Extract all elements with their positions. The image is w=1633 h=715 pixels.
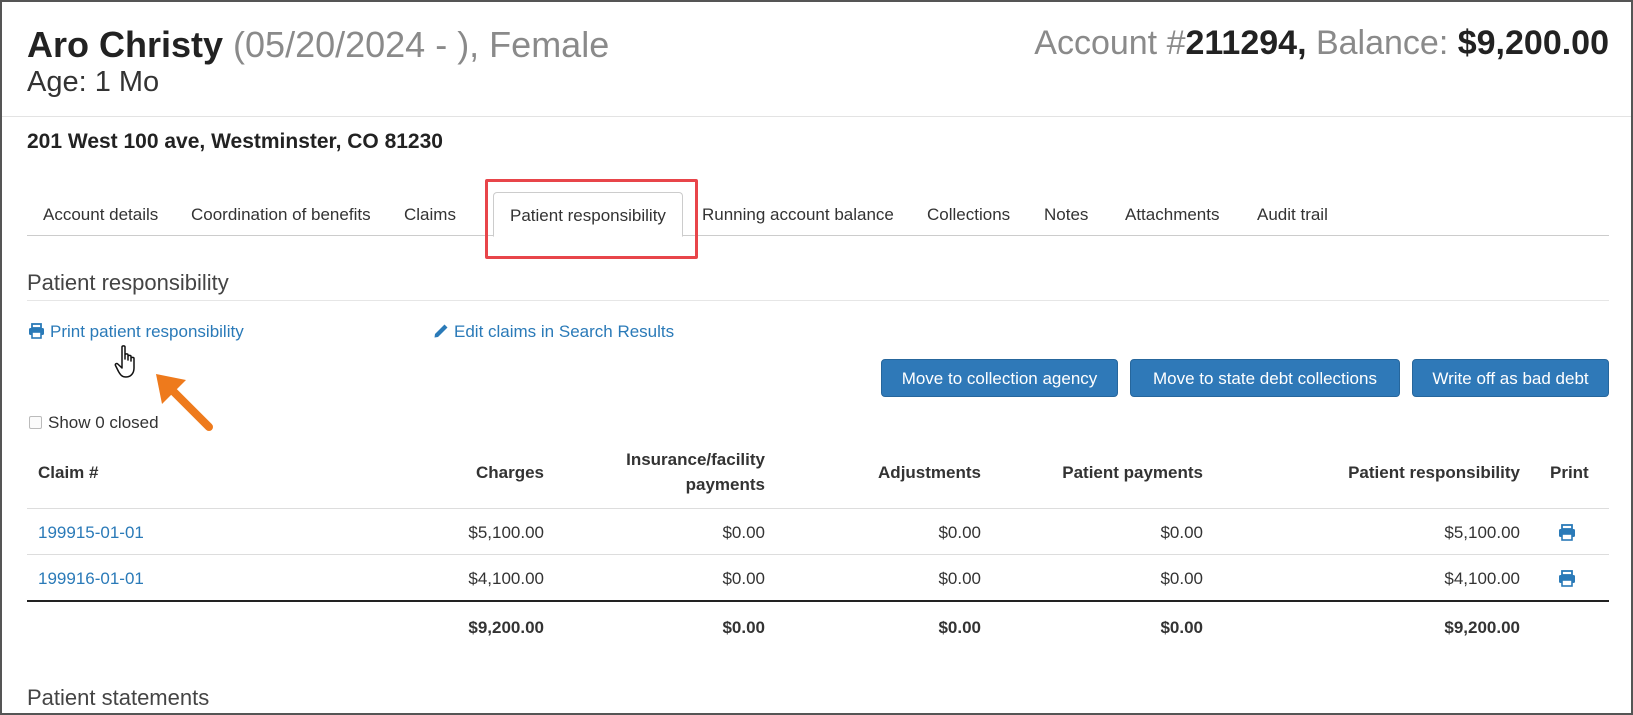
annotation-arrow-icon [156, 374, 213, 431]
column-header-adjustments: Adjustments [878, 463, 981, 482]
section-divider [27, 300, 1609, 301]
column-header-insurance-line2: payments [685, 475, 765, 494]
patient-statements-title: Patient statements [27, 685, 210, 710]
totals-divider [27, 600, 1609, 602]
tab-attachments[interactable]: Attachments [1109, 192, 1236, 236]
header-divider [2, 116, 1631, 117]
total-patient-payments: $0.00 [1160, 618, 1203, 637]
section-title: Patient responsibility [27, 270, 229, 295]
column-header-patient-responsibility: Patient responsibility [1348, 463, 1520, 482]
patient-name: Aro Christy [27, 24, 224, 65]
tab-account-details[interactable]: Account details [27, 192, 174, 236]
row-divider [27, 554, 1609, 555]
charges-cell: $4,100.00 [468, 569, 544, 588]
write-off-bad-debt-button[interactable]: Write off as bad debt [1412, 359, 1609, 397]
total-patient-responsibility: $9,200.00 [1444, 618, 1520, 637]
patient-dob-sex: (05/20/2024 - ), Female [223, 24, 610, 65]
patient-responsibility-cell: $4,100.00 [1444, 569, 1520, 588]
pencil-icon [434, 324, 448, 338]
insurance-cell: $0.00 [722, 569, 765, 588]
move-to-collection-agency-button[interactable]: Move to collection agency [881, 359, 1118, 397]
patient-payments-cell: $0.00 [1160, 523, 1203, 542]
total-charges: $9,200.00 [468, 618, 544, 637]
printer-icon [29, 323, 44, 339]
balance-label: Balance: [1306, 24, 1458, 62]
account-tabs: Account details Coordination of benefits… [27, 192, 1609, 237]
print-link-label: Print patient responsibility [50, 322, 244, 341]
column-header-charges: Charges [475, 463, 544, 482]
show-closed-label: Show 0 closed [48, 413, 159, 432]
row-print-icon[interactable] [1558, 524, 1576, 541]
column-header-claim: Claim # [38, 463, 99, 482]
tab-coordination-of-benefits[interactable]: Coordination of benefits [175, 192, 387, 236]
tab-notes[interactable]: Notes [1028, 192, 1104, 236]
patient-responsibility-cell: $5,100.00 [1444, 523, 1520, 542]
charges-cell: $5,100.00 [468, 523, 544, 542]
total-adjustments: $0.00 [938, 618, 981, 637]
tab-highlight-box [485, 179, 698, 259]
patient-name-line: Aro Christy (05/20/2024 - ), Female [27, 24, 609, 66]
window-frame: Aro Christy (05/20/2024 - ), Female Age:… [0, 0, 1633, 715]
row-print-icon[interactable] [1558, 570, 1576, 587]
header-row-divider [27, 508, 1609, 509]
claim-link[interactable]: 199915-01-01 [38, 523, 144, 543]
adjustments-cell: $0.00 [938, 569, 981, 588]
claim-link[interactable]: 199916-01-01 [38, 569, 144, 589]
show-closed-toggle[interactable]: Show 0 closed [29, 413, 159, 433]
insurance-cell: $0.00 [722, 523, 765, 542]
patient-age: Age: 1 Mo [27, 66, 160, 98]
print-patient-responsibility-link[interactable]: Print patient responsibility [28, 322, 244, 342]
tab-audit-trail[interactable]: Audit trail [1241, 192, 1344, 236]
account-number: 211294, [1185, 24, 1307, 62]
edit-link-label: Edit claims in Search Results [454, 322, 675, 341]
patient-address: 201 West 100 ave, Westminster, CO 81230 [27, 130, 443, 153]
account-balance: $9,200.00 [1457, 24, 1609, 62]
column-header-print: Print [1550, 463, 1589, 482]
patient-payments-cell: $0.00 [1160, 569, 1203, 588]
move-to-state-debt-collections-button[interactable]: Move to state debt collections [1130, 359, 1400, 397]
total-insurance: $0.00 [722, 618, 765, 637]
column-header-patient-payments: Patient payments [1062, 463, 1203, 482]
column-header-insurance-line1: Insurance/facility [626, 450, 765, 469]
tab-running-account-balance[interactable]: Running account balance [686, 192, 910, 236]
show-closed-checkbox[interactable] [29, 416, 42, 429]
edit-claims-link[interactable]: Edit claims in Search Results [433, 322, 674, 342]
tab-collections[interactable]: Collections [911, 192, 1026, 236]
adjustments-cell: $0.00 [938, 523, 981, 542]
account-label: Account # [1034, 24, 1186, 62]
account-summary: Account #211294, Balance: $9,200.00 [1034, 24, 1609, 63]
tab-claims[interactable]: Claims [388, 192, 472, 236]
hand-cursor-icon [114, 345, 135, 378]
